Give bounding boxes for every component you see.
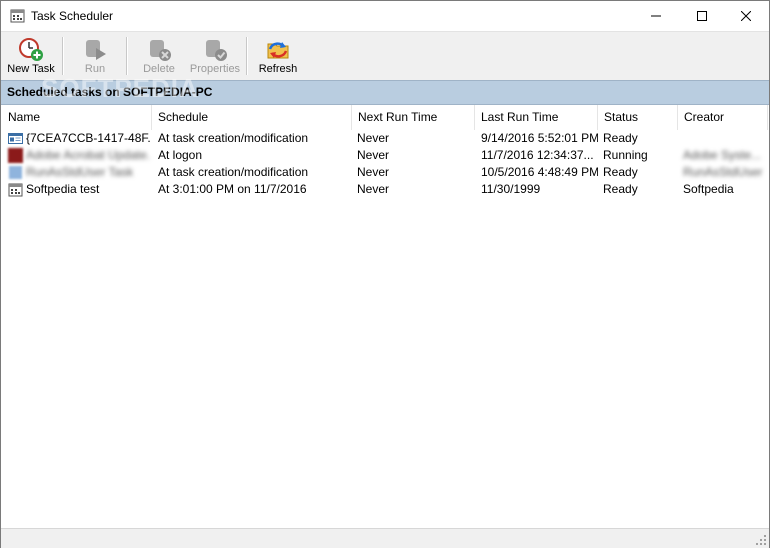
task-schedule: At logon (158, 148, 203, 162)
toolbar-separator (62, 37, 64, 75)
task-creator: Adobe Syste... (683, 148, 762, 162)
column-header-status[interactable]: Status (598, 105, 678, 130)
softpedia-watermark: SOFTPEDIA (41, 73, 199, 103)
properties-icon (206, 40, 227, 61)
run-button[interactable]: Run (73, 34, 117, 78)
properties-button[interactable]: Properties (187, 34, 243, 78)
task-icon (9, 166, 22, 179)
refresh-button[interactable]: Refresh (255, 34, 301, 78)
refresh-icon (267, 42, 289, 59)
app-icon (10, 9, 25, 23)
task-next-run: Never (357, 182, 390, 196)
task-status: Ready (603, 165, 638, 179)
window-title: Task Scheduler (31, 9, 114, 23)
delete-icon (150, 40, 171, 61)
adobe-icon (8, 148, 23, 163)
column-header-creator[interactable]: Creator (678, 105, 768, 130)
task-schedule: At task creation/modification (158, 165, 309, 179)
column-header-name[interactable]: Name (2, 105, 152, 130)
resize-grip-icon[interactable] (755, 534, 767, 546)
column-header-schedule[interactable]: Schedule (152, 105, 352, 130)
table-row[interactable]: Adobe Acrobat Update... At logon Never 1… (2, 147, 768, 164)
maximize-button[interactable] (679, 1, 725, 31)
column-header-row: Name Schedule Next Run Time Last Run Tim… (2, 105, 768, 130)
toolbar-separator (126, 37, 128, 75)
minimize-icon (651, 15, 661, 17)
toolbar-separator (246, 37, 248, 75)
new-task-button[interactable]: New Task (4, 34, 58, 78)
new-task-icon (19, 38, 43, 61)
task-next-run: Never (357, 165, 390, 179)
scheduler-icon (8, 183, 23, 197)
task-status: Ready (603, 131, 638, 145)
task-status: Ready (603, 182, 638, 196)
task-last-run: 11/30/1999 (481, 182, 541, 196)
table-row[interactable]: Softpedia test At 3:01:00 PM on 11/7/201… (2, 181, 768, 198)
table-row[interactable]: {7CEA7CCB-1417-48F... At task creation/m… (2, 130, 768, 147)
task-window-icon (8, 133, 23, 144)
task-creator: RunAsStdUser (683, 165, 763, 179)
close-icon (741, 11, 751, 21)
task-schedule: At task creation/modification (158, 131, 309, 145)
task-next-run: Never (357, 131, 390, 145)
delete-button[interactable]: Delete (137, 34, 181, 78)
task-creator: Softpedia (683, 182, 734, 196)
task-creator (683, 130, 768, 147)
task-last-run: 10/5/2016 4:48:49 PM (481, 165, 598, 179)
task-name: Softpedia test (26, 182, 100, 196)
task-scheduler-window: Task Scheduler New Task Run Delete Prope… (0, 0, 770, 548)
title-bar: Task Scheduler (1, 1, 769, 31)
column-header-last-run-time[interactable]: Last Run Time (475, 105, 598, 130)
maximize-icon (697, 11, 707, 21)
refresh-label: Refresh (258, 63, 298, 75)
run-icon (86, 40, 106, 60)
task-name: Adobe Acrobat Update... (26, 148, 150, 162)
close-button[interactable] (723, 1, 769, 31)
column-header-next-run-time[interactable]: Next Run Time (352, 105, 475, 130)
task-name: {7CEA7CCB-1417-48F... (26, 131, 150, 145)
minimize-button[interactable] (633, 1, 679, 31)
table-row[interactable]: RunAsStdUser Task At task creation/modif… (2, 164, 768, 181)
task-status: Running (603, 148, 648, 162)
task-name: RunAsStdUser Task (26, 165, 134, 179)
status-bar (1, 528, 769, 548)
task-schedule: At 3:01:00 PM on 11/7/2016 (158, 182, 307, 196)
task-next-run: Never (357, 148, 390, 162)
task-last-run: 9/14/2016 5:52:01 PM (481, 131, 598, 145)
task-list[interactable]: Name Schedule Next Run Time Last Run Tim… (2, 105, 768, 528)
task-last-run: 11/7/2016 12:34:37... (481, 148, 594, 162)
